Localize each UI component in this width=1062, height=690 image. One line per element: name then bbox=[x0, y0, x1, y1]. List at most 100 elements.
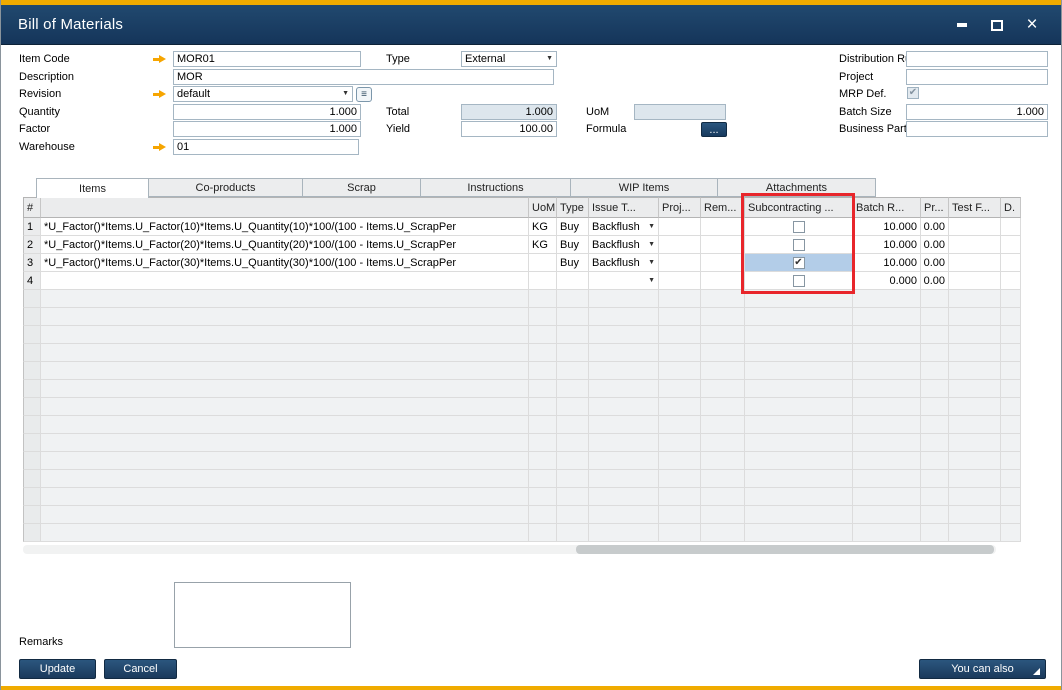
chevron-down-icon[interactable]: ▼ bbox=[648, 223, 655, 230]
issue-method-cell[interactable]: Backflush ▼ bbox=[589, 254, 659, 272]
warehouse-field[interactable]: 01 bbox=[173, 139, 359, 155]
tab-scrap[interactable]: Scrap bbox=[303, 178, 421, 197]
empty-table-row bbox=[23, 506, 1021, 524]
tab-attachments[interactable]: Attachments bbox=[718, 178, 876, 197]
close-icon[interactable]: × bbox=[1023, 16, 1041, 34]
minimize-icon[interactable] bbox=[953, 16, 971, 34]
type-cell[interactable]: Buy bbox=[557, 236, 589, 254]
batch-ratio-cell[interactable]: 10.000 bbox=[853, 236, 921, 254]
chevron-down-icon[interactable]: ▼ bbox=[546, 52, 553, 66]
subcontracting-checkbox[interactable]: ✔ bbox=[793, 257, 805, 269]
horizontal-scrollbar[interactable] bbox=[23, 545, 996, 554]
you-can-also-label: You can also bbox=[951, 663, 1014, 675]
remarks-cell[interactable] bbox=[701, 272, 745, 290]
update-button[interactable]: Update bbox=[19, 659, 96, 679]
type-cell[interactable] bbox=[557, 272, 589, 290]
horizontal-scrollbar-thumb[interactable] bbox=[576, 545, 994, 554]
col-header-project: Proj... bbox=[659, 197, 701, 218]
d-cell[interactable] bbox=[1001, 236, 1021, 254]
issue-method-cell[interactable]: ▼ bbox=[589, 272, 659, 290]
business-partner-field[interactable] bbox=[906, 121, 1048, 137]
revision-label: Revision bbox=[19, 87, 61, 102]
batch-ratio-cell[interactable]: 0.000 bbox=[853, 272, 921, 290]
yield-field[interactable]: 100.00 bbox=[461, 121, 557, 137]
remarks-cell[interactable] bbox=[701, 236, 745, 254]
remarks-textarea[interactable] bbox=[174, 582, 351, 648]
d-cell[interactable] bbox=[1001, 254, 1021, 272]
subcontracting-checkbox[interactable]: ✔ bbox=[793, 239, 805, 251]
distribution-rules-field[interactable] bbox=[906, 51, 1048, 67]
chevron-down-icon[interactable]: ▼ bbox=[648, 241, 655, 248]
batch-size-field[interactable]: 1.000 bbox=[906, 104, 1048, 120]
formula-browse-button[interactable]: ... bbox=[701, 122, 727, 137]
type-dropdown[interactable]: External ▼ bbox=[461, 51, 557, 67]
item-code-field[interactable]: MOR01 bbox=[173, 51, 361, 67]
quantity-formula-cell[interactable]: *U_Factor()*Items.U_Factor(10)*Items.U_Q… bbox=[41, 218, 529, 236]
tab-items[interactable]: Items bbox=[36, 178, 149, 198]
quantity-formula-cell[interactable]: *U_Factor()*Items.U_Factor(30)*Items.U_Q… bbox=[41, 254, 529, 272]
remarks-cell[interactable] bbox=[701, 254, 745, 272]
subcontracting-cell[interactable]: ✔ bbox=[745, 236, 853, 254]
title-bar[interactable]: Bill of Materials × bbox=[1, 5, 1061, 45]
remarks-cell[interactable] bbox=[701, 218, 745, 236]
project-cell[interactable] bbox=[659, 236, 701, 254]
description-field[interactable]: MOR bbox=[173, 69, 554, 85]
issue-method-value: Backflush bbox=[592, 257, 640, 269]
empty-table-row bbox=[23, 308, 1021, 326]
chevron-down-icon[interactable]: ▼ bbox=[648, 277, 655, 284]
subcontracting-cell[interactable]: ✔ bbox=[745, 272, 853, 290]
pr-cell[interactable]: 0.00 bbox=[921, 236, 949, 254]
chevron-down-icon[interactable]: ▼ bbox=[648, 259, 655, 266]
project-field[interactable] bbox=[906, 69, 1048, 85]
maximize-icon[interactable] bbox=[988, 16, 1006, 34]
factor-field[interactable]: 1.000 bbox=[173, 121, 361, 137]
item-code-link-arrow-icon[interactable] bbox=[153, 55, 166, 64]
table-header-row: # UoM Type Issue T... Proj... Rem... Sub… bbox=[23, 197, 1021, 218]
empty-table-row bbox=[23, 524, 1021, 542]
project-cell[interactable] bbox=[659, 254, 701, 272]
d-cell[interactable] bbox=[1001, 272, 1021, 290]
uom-cell[interactable]: KG bbox=[529, 218, 557, 236]
test-cell[interactable] bbox=[949, 236, 1001, 254]
tab-co-products[interactable]: Co-products bbox=[149, 178, 303, 197]
subcontracting-cell[interactable]: ✔ bbox=[745, 218, 853, 236]
type-cell[interactable]: Buy bbox=[557, 218, 589, 236]
batch-ratio-cell[interactable]: 10.000 bbox=[853, 218, 921, 236]
uom-cell[interactable]: KG bbox=[529, 236, 557, 254]
revision-list-icon[interactable]: ≡ bbox=[356, 87, 372, 102]
revision-link-arrow-icon[interactable] bbox=[153, 90, 166, 99]
remarks-label: Remarks bbox=[19, 635, 63, 650]
type-cell[interactable]: Buy bbox=[557, 254, 589, 272]
quantity-formula-cell[interactable] bbox=[41, 272, 529, 290]
uom-cell[interactable] bbox=[529, 272, 557, 290]
uom-cell[interactable] bbox=[529, 254, 557, 272]
tab-instructions[interactable]: Instructions bbox=[421, 178, 571, 197]
project-cell[interactable] bbox=[659, 272, 701, 290]
pr-cell[interactable]: 0.00 bbox=[921, 218, 949, 236]
empty-table-row bbox=[23, 380, 1021, 398]
subcontracting-checkbox[interactable]: ✔ bbox=[793, 221, 805, 233]
pr-cell[interactable]: 0.00 bbox=[921, 272, 949, 290]
chevron-down-icon[interactable]: ▼ bbox=[342, 87, 349, 101]
you-can-also-button[interactable]: You can also bbox=[919, 659, 1046, 679]
project-cell[interactable] bbox=[659, 218, 701, 236]
subcontracting-checkbox[interactable]: ✔ bbox=[793, 275, 805, 287]
quantity-field[interactable]: 1.000 bbox=[173, 104, 361, 120]
col-header-batch-ratio: Batch R... bbox=[853, 197, 921, 218]
test-cell[interactable] bbox=[949, 272, 1001, 290]
issue-method-cell[interactable]: Backflush ▼ bbox=[589, 218, 659, 236]
item-code-label: Item Code bbox=[19, 52, 70, 67]
warehouse-link-arrow-icon[interactable] bbox=[153, 143, 166, 152]
test-cell[interactable] bbox=[949, 218, 1001, 236]
test-cell[interactable] bbox=[949, 254, 1001, 272]
d-cell[interactable] bbox=[1001, 218, 1021, 236]
issue-method-cell[interactable]: Backflush ▼ bbox=[589, 236, 659, 254]
subcontracting-cell-selected[interactable]: ✔ bbox=[745, 254, 853, 272]
revision-dropdown[interactable]: default ▼ bbox=[173, 86, 353, 102]
quantity-formula-cell[interactable]: *U_Factor()*Items.U_Factor(20)*Items.U_Q… bbox=[41, 236, 529, 254]
batch-ratio-cell[interactable]: 10.000 bbox=[853, 254, 921, 272]
cancel-button[interactable]: Cancel bbox=[104, 659, 177, 679]
col-header-pr: Pr... bbox=[921, 197, 949, 218]
tab-wip-items[interactable]: WIP Items bbox=[571, 178, 718, 197]
pr-cell[interactable]: 0.00 bbox=[921, 254, 949, 272]
